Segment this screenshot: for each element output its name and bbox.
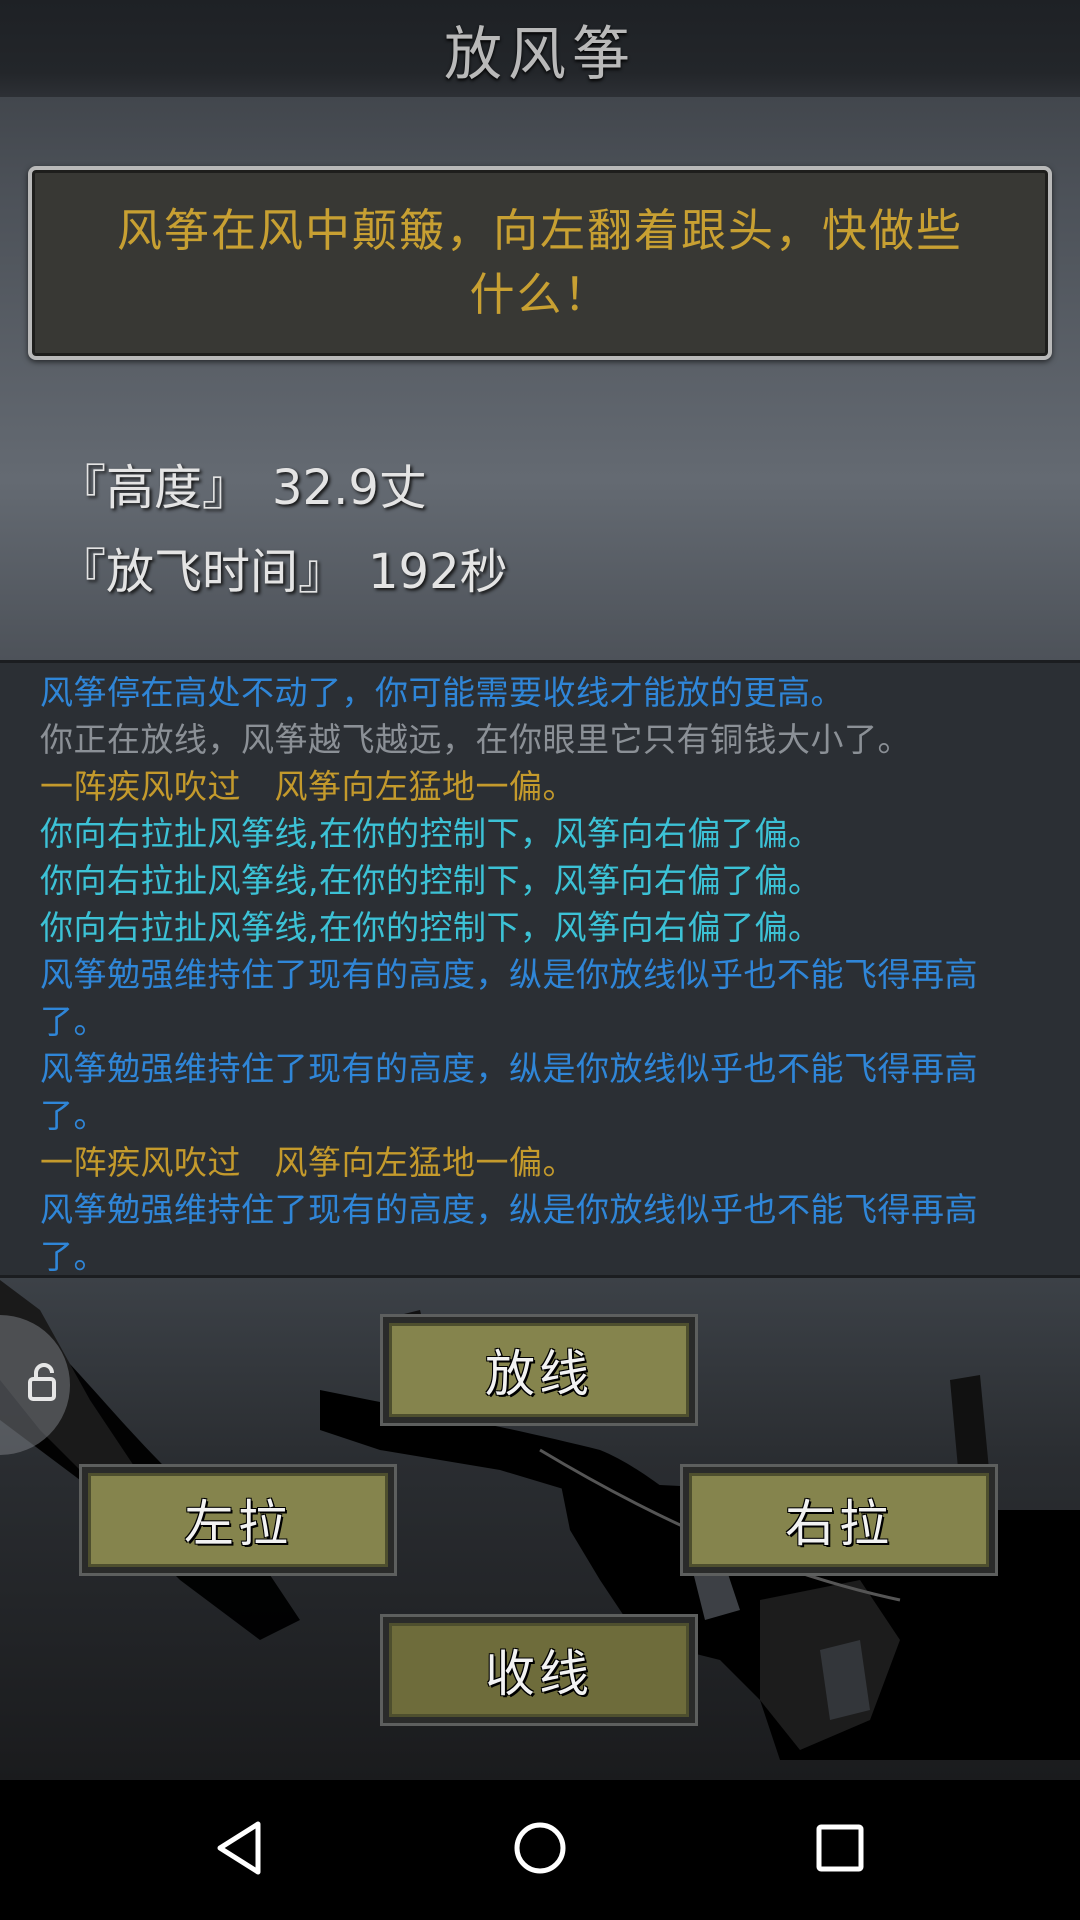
log-line: 你正在放线，风筝越飞越远，在你眼里它只有铜钱大小了。	[40, 720, 911, 759]
log-line: 你向右拉扯风筝线,在你的控制下，风筝向右偏了偏。	[40, 814, 822, 853]
height-value: 32.9丈	[272, 460, 427, 516]
reel-in-button[interactable]: 收线	[380, 1614, 698, 1726]
pull-right-button[interactable]: 右拉	[680, 1464, 998, 1576]
lock-icon	[24, 1363, 64, 1407]
height-stat: 『高度』 32.9丈	[58, 448, 427, 518]
log-line: 一阵疾风吹过 风筝向左猛地一偏。	[40, 1143, 576, 1182]
release-line-label: 放线	[389, 1323, 689, 1417]
log-line: 风筝勉强维持住了现有的高度，纵是你放线似乎也不能飞得再高了。	[40, 955, 978, 1041]
log-line: 你向右拉扯风筝线,在你的控制下，风筝向右偏了偏。	[40, 861, 822, 900]
nav-back-button[interactable]	[140, 1780, 340, 1920]
title-bar: 放风筝	[0, 0, 1080, 97]
event-message-box: 风筝在风中颠簸，向左翻着跟头，快做些什么！	[28, 166, 1052, 360]
flight-time-stat: 『放飞时间』 192秒	[58, 532, 508, 602]
event-message: 风筝在风中颠簸，向左翻着跟头，快做些什么！	[116, 204, 963, 321]
app-screen: 放风筝 风筝在风中颠簸，向左翻着跟头，快做些什么！ 『高度』 32.9丈 『放飞时…	[0, 0, 1080, 1920]
pull-left-button[interactable]: 左拉	[79, 1464, 397, 1576]
message-log[interactable]: 风筝停在高处不动了，你可能需要收线才能放的更高。你正在放线，风筝越飞越远，在你眼…	[0, 660, 1080, 1278]
release-line-button[interactable]: 放线	[380, 1314, 698, 1426]
nav-recents-button[interactable]	[740, 1780, 940, 1920]
log-line: 风筝停在高处不动了，你可能需要收线才能放的更高。	[40, 673, 844, 712]
pull-right-label: 右拉	[689, 1473, 989, 1567]
log-line: 风筝勉强维持住了现有的高度，纵是你放线似乎也不能飞得再高了。	[40, 1049, 978, 1135]
height-label: 『高度』	[58, 460, 251, 516]
pull-left-label: 左拉	[88, 1473, 388, 1567]
recents-icon	[810, 1818, 870, 1882]
flight-time-label: 『放飞时间』	[58, 544, 347, 600]
log-line: 你向右拉扯风筝线,在你的控制下，风筝向右偏了偏。	[40, 908, 822, 947]
back-icon	[210, 1818, 270, 1882]
flight-time-value: 192秒	[368, 544, 508, 600]
home-icon	[510, 1818, 570, 1882]
reel-in-label: 收线	[389, 1623, 689, 1717]
system-nav-bar	[0, 1780, 1080, 1920]
page-title: 放风筝	[443, 19, 636, 88]
nav-home-button[interactable]	[440, 1780, 640, 1920]
log-line: 一阵疾风吹过 风筝向左猛地一偏。	[40, 767, 576, 806]
log-line: 风筝勉强维持住了现有的高度，纵是你放线似乎也不能飞得再高了。	[40, 1190, 978, 1276]
